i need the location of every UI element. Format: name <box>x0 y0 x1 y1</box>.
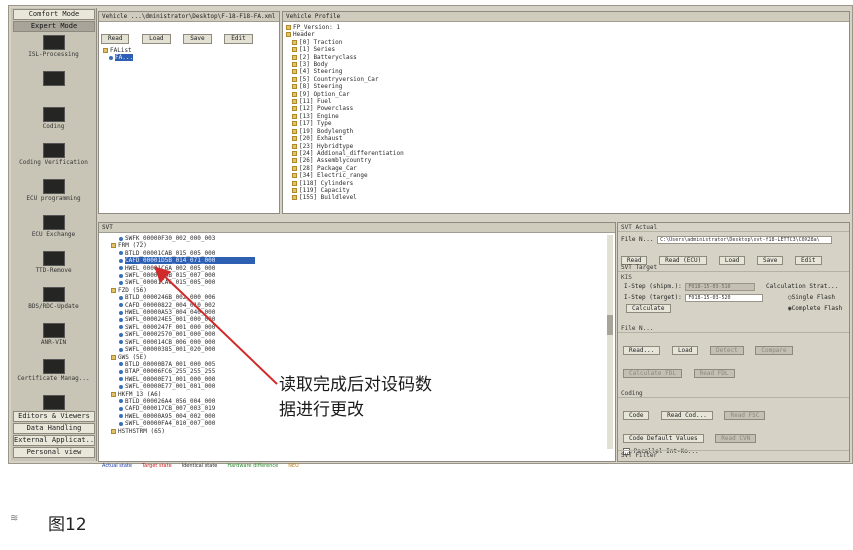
annotation-line-1: 读取完成后对设码数 <box>279 375 432 395</box>
annotation-text: 读取完成后对设码数 据进行更改 <box>279 373 549 423</box>
annotation-line-2: 据进行更改 <box>279 400 364 420</box>
figure-caption: 图12 <box>48 515 87 535</box>
caption-mark: ≋ <box>10 513 19 524</box>
